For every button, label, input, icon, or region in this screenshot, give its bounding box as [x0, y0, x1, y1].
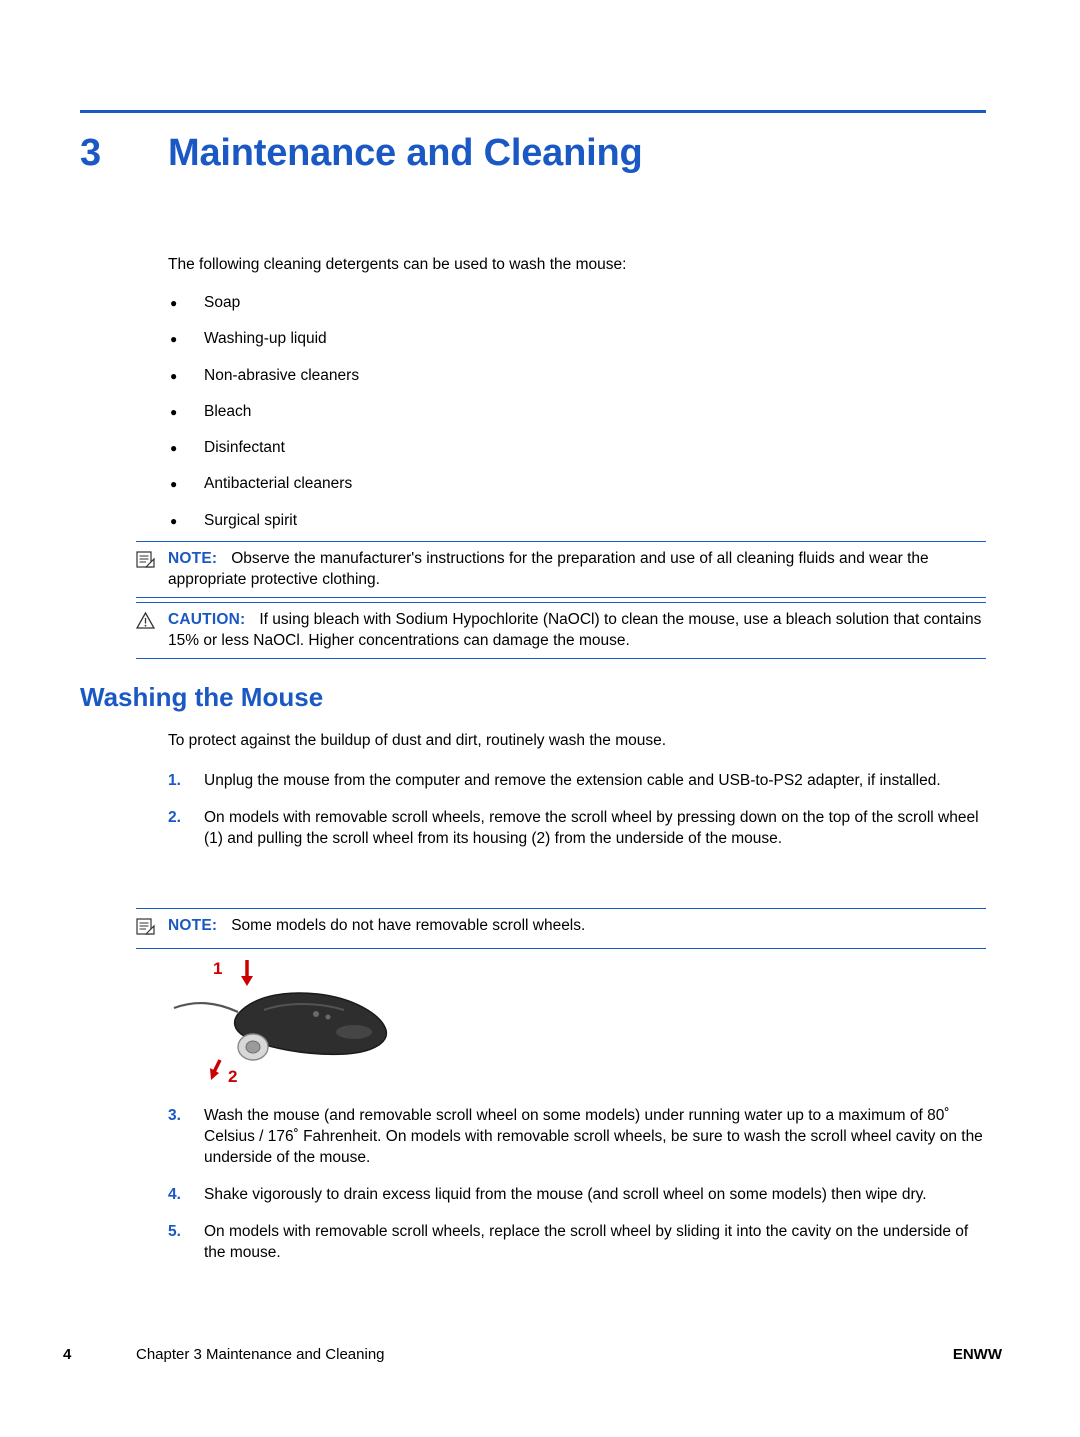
page-footer: 4 Chapter 3 Maintenance and Cleaning ENW… — [0, 1346, 1080, 1374]
chapter-heading: 3 Maintenance and Cleaning — [80, 132, 986, 175]
list-item: ● Soap — [168, 293, 986, 329]
note-block-1: NOTE: Observe the manufacturer's instruct… — [136, 541, 986, 598]
bullet-icon: ● — [170, 441, 178, 456]
step-text: On models with removable scroll wheels, … — [204, 1223, 969, 1261]
section-heading: Washing the Mouse — [80, 682, 324, 712]
list-item-label: Soap — [204, 294, 241, 311]
step-number: 1. — [168, 772, 181, 789]
chapter-top-rule — [80, 110, 986, 113]
section-intro: To protect against the buildup of dust a… — [168, 732, 667, 749]
bullet-icon: ● — [170, 332, 178, 347]
caution-icon — [135, 610, 168, 635]
caution-label: CAUTION: — [168, 611, 246, 628]
chapter-title: Maintenance and Cleaning — [168, 132, 643, 174]
bullet-icon: ● — [170, 368, 178, 383]
list-item: 4. Shake vigorously to drain excess liqu… — [168, 1184, 986, 1205]
step-number: 4. — [168, 1186, 181, 1203]
list-item-label: Disinfectant — [204, 439, 285, 457]
mouse-illustration: 1 2 — [168, 952, 468, 1092]
step-text: Shake vigorously to drain excess liquid … — [204, 1186, 927, 1203]
figure-callout-2: 2 — [228, 1067, 237, 1086]
note-icon — [136, 916, 168, 941]
bullet-icon: ● — [170, 513, 178, 528]
note-block-2: NOTE: Some models do not have removable s… — [136, 908, 986, 949]
note-body: NOTE: Some models do not have removable s… — [168, 916, 986, 937]
caution-body: CAUTION: If using bleach with Sodium Hypo… — [168, 610, 986, 651]
caution-text: If using bleach with Sodium Hypochlorite… — [168, 611, 982, 649]
detergent-list: ● Soap ● Washing-up liquid ● Non-abrasiv… — [168, 293, 986, 547]
step-number: 3. — [168, 1107, 181, 1124]
list-item: ● Antibacterial cleaners — [168, 474, 986, 510]
bullet-icon: ● — [170, 477, 178, 492]
list-item: 3. Wash the mouse (and removable scroll … — [168, 1105, 986, 1168]
note-label: NOTE: — [168, 917, 218, 934]
note-text: Observe the manufacturer's instructions … — [168, 550, 929, 588]
step-number: 5. — [168, 1223, 181, 1240]
step-number: 2. — [168, 809, 181, 826]
procedure-steps-part1: 1. Unplug the mouse from the computer an… — [168, 770, 986, 865]
footer-chapter-text: Chapter 3 Maintenance and Cleaning — [136, 1346, 385, 1363]
step-text: Wash the mouse (and removable scroll whe… — [204, 1107, 983, 1166]
list-item: 1. Unplug the mouse from the computer an… — [168, 770, 986, 791]
list-item: ● Disinfectant — [168, 438, 986, 474]
note-text: Some models do not have removable scroll… — [231, 917, 586, 934]
procedure-steps-part2: 3. Wash the mouse (and removable scroll … — [168, 1105, 986, 1279]
step-text: On models with removable scroll wheels, … — [204, 809, 979, 847]
list-item: ● Bleach — [168, 402, 986, 438]
note-body: NOTE: Observe the manufacturer's instruct… — [168, 549, 986, 590]
figure-callout-1: 1 — [213, 959, 222, 978]
list-item: ● Washing-up liquid — [168, 329, 986, 365]
list-item-label: Antibacterial cleaners — [204, 475, 353, 493]
footer-page-number: 4 — [63, 1346, 72, 1363]
list-item: ● Non-abrasive cleaners — [168, 366, 986, 402]
bullet-icon: ● — [170, 296, 178, 310]
list-item: 5. On models with removable scroll wheel… — [168, 1221, 986, 1263]
list-item-label: Non-abrasive cleaners — [204, 366, 360, 384]
list-item-label: Surgical spirit — [204, 511, 298, 529]
step-text: Unplug the mouse from the computer and r… — [204, 772, 941, 789]
list-item: 2. On models with removable scroll wheel… — [168, 807, 986, 849]
intro-paragraph: The following cleaning detergents can be… — [168, 256, 627, 273]
list-item-label: Washing-up liquid — [204, 330, 327, 348]
bullet-icon: ● — [170, 404, 178, 419]
note-label: NOTE: — [168, 550, 218, 567]
list-item-label: Bleach — [204, 402, 252, 420]
footer-locale: ENWW — [952, 1346, 1002, 1363]
caution-block: CAUTION: If using bleach with Sodium Hypo… — [135, 602, 986, 659]
chapter-number: 3 — [80, 132, 101, 174]
note-icon — [136, 549, 168, 574]
document-page: 3 Maintenance and Cleaning The following… — [0, 0, 1080, 1437]
